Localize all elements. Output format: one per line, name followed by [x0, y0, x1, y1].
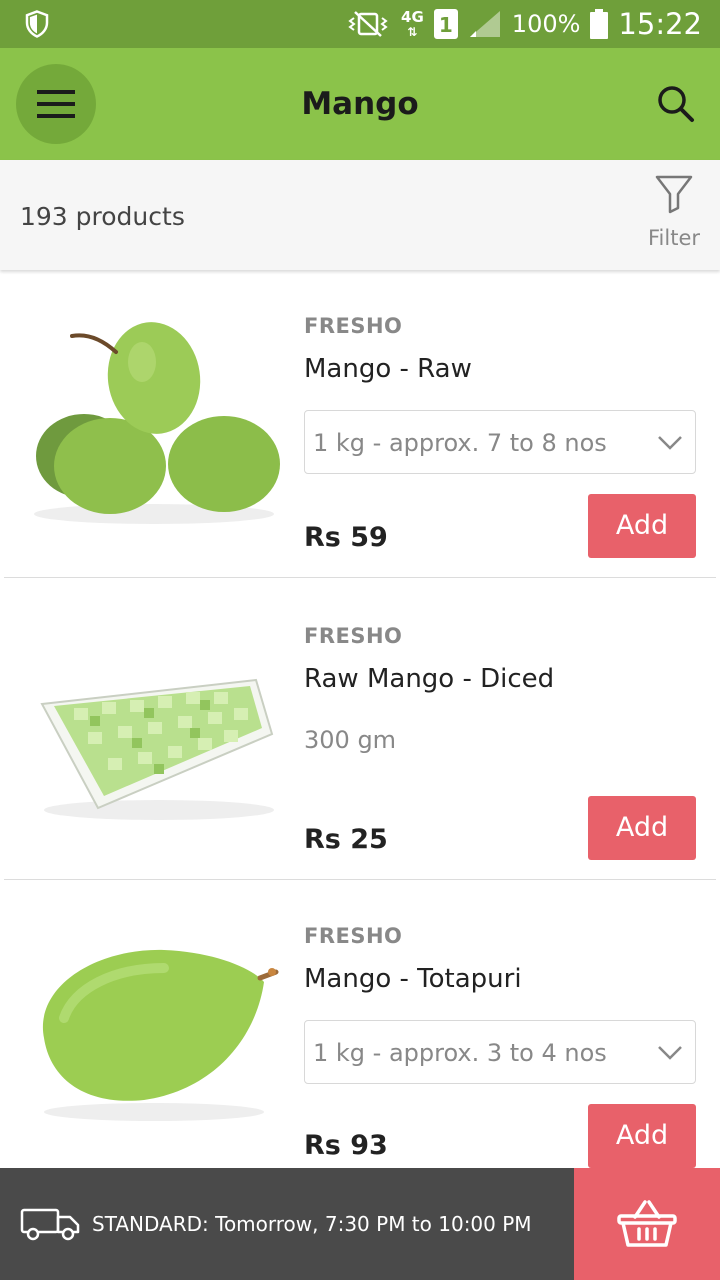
add-button[interactable]: Add	[588, 494, 696, 558]
chevron-down-icon	[658, 1046, 682, 1060]
product-list: FRESHO Mango - Raw 1 kg - approx. 7 to 8…	[4, 278, 716, 1180]
product-brand: FRESHO	[304, 314, 403, 338]
hamburger-icon	[37, 90, 75, 118]
product-brand: FRESHO	[304, 624, 403, 648]
product-weight: 300 gm	[304, 726, 397, 754]
filter-button[interactable]: Filter	[646, 174, 702, 250]
product-image-raw-mango	[34, 322, 280, 524]
basket-icon	[617, 1200, 677, 1247]
delivery-bar: STANDARD: Tomorrow, 7:30 PM to 10:00 PM	[0, 1168, 720, 1280]
product-card[interactable]: FRESHO Raw Mango - Diced 300 gm Rs 25 Ad…	[4, 578, 716, 880]
search-icon[interactable]	[656, 84, 696, 124]
clock: 15:22	[618, 7, 702, 41]
truck-icon	[20, 1208, 80, 1241]
signal-icon	[469, 11, 500, 37]
delivery-slot[interactable]: STANDARD: Tomorrow, 7:30 PM to 10:00 PM	[20, 1168, 532, 1280]
network-type-label: 4G	[401, 7, 424, 26]
battery-icon	[590, 9, 609, 39]
pack-size-select[interactable]: 1 kg - approx. 3 to 4 nos	[304, 1020, 696, 1084]
chevron-down-icon	[658, 436, 682, 450]
add-button[interactable]: Add	[588, 1104, 696, 1168]
pack-size-value: 1 kg - approx. 7 to 8 nos	[313, 429, 607, 457]
shield-icon	[25, 10, 49, 38]
product-card[interactable]: FRESHO Mango - Totapuri 1 kg - approx. 3…	[4, 880, 716, 1180]
product-price: Rs 25	[304, 824, 388, 855]
product-image-totapuri-mango	[42, 949, 279, 1121]
product-price: Rs 93	[304, 1130, 388, 1161]
product-brand: FRESHO	[304, 924, 403, 948]
product-name: Raw Mango - Diced	[304, 664, 555, 694]
basket-button[interactable]	[574, 1168, 720, 1280]
product-name: Mango - Raw	[304, 354, 472, 384]
product-price: Rs 59	[304, 522, 388, 553]
pack-size-value: 1 kg - approx. 3 to 4 nos	[313, 1039, 607, 1067]
vibrate-icon	[348, 11, 388, 37]
page-title: Mango	[301, 86, 419, 122]
sim-badge: 1	[433, 9, 458, 39]
product-image-diced-mango	[40, 678, 274, 820]
sim-number: 1	[438, 13, 453, 37]
network-type: 4G ⇅	[401, 7, 424, 39]
results-header: 193 products Filter	[0, 160, 720, 270]
battery-percent: 100%	[511, 10, 581, 38]
add-button[interactable]: Add	[588, 796, 696, 860]
app-root: 4G ⇅ 1 100% 15:22 Mango 193 products Fil…	[0, 0, 720, 1280]
filter-icon	[655, 175, 693, 214]
product-name: Mango - Totapuri	[304, 964, 522, 994]
product-card[interactable]: FRESHO Mango - Raw 1 kg - approx. 7 to 8…	[4, 278, 716, 578]
menu-button[interactable]	[16, 64, 96, 144]
delivery-text: STANDARD: Tomorrow, 7:30 PM to 10:00 PM	[92, 1212, 532, 1236]
status-bar: 4G ⇅ 1 100% 15:22	[0, 0, 720, 48]
product-count: 193 products	[20, 202, 185, 231]
filter-label: Filter	[647, 226, 700, 250]
app-bar: Mango	[0, 48, 720, 160]
pack-size-select[interactable]: 1 kg - approx. 7 to 8 nos	[304, 410, 696, 474]
